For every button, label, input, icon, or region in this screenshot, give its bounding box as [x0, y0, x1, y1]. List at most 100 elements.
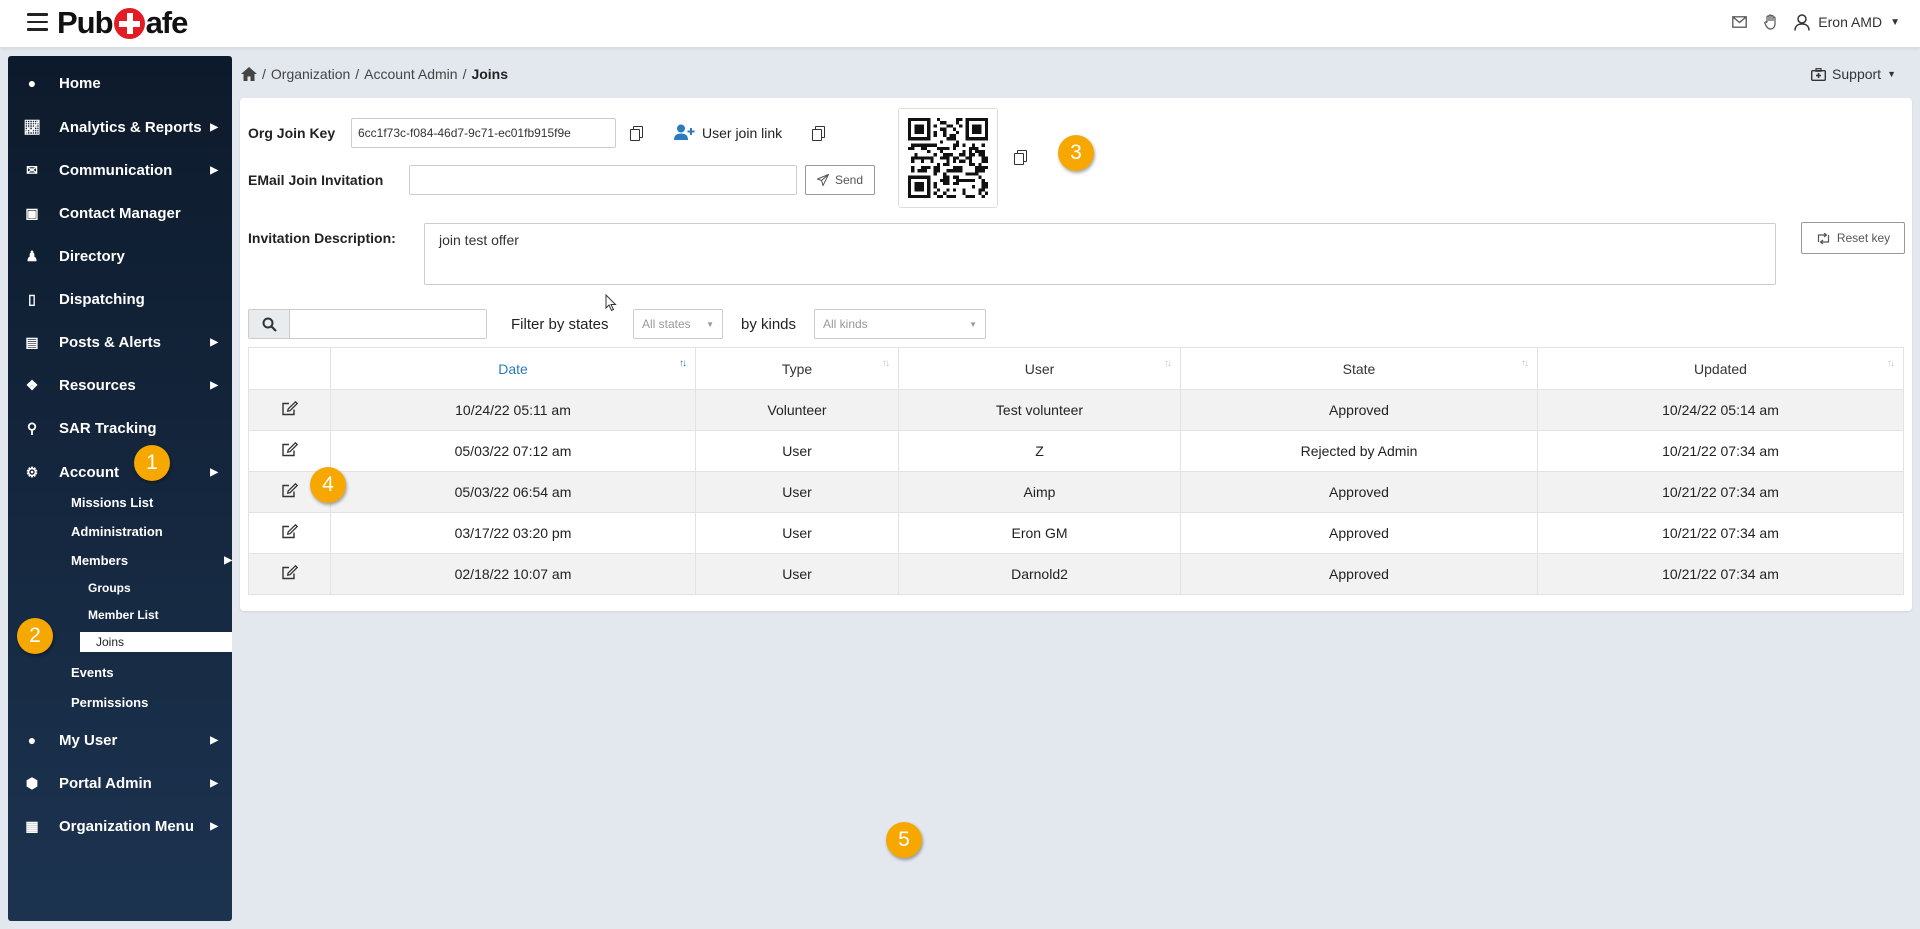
- column-header-type[interactable]: Type ↑↓: [695, 347, 899, 390]
- home-icon[interactable]: [241, 67, 257, 81]
- sidebar-item-label: Dispatching: [59, 290, 145, 308]
- email-join-invitation-label: EMail Join Invitation: [248, 172, 384, 188]
- joins-table: Date ↑↓ Type ↑↓ User ↑↓ State ↑↓ Updated ↑↓ 1…: [248, 347, 1904, 595]
- column-header-user[interactable]: User ↑↓: [898, 347, 1181, 390]
- sidebar-item-organization-menu[interactable]: ▦ Organization Menu ▶: [8, 809, 232, 843]
- breadcrumb-account-admin[interactable]: Account Admin: [364, 66, 457, 82]
- column-header-label: Type: [781, 360, 813, 377]
- edit-icon[interactable]: [281, 523, 298, 539]
- edit-cell[interactable]: [248, 512, 331, 554]
- sidebar-item-communication[interactable]: ✉ Communication ▶: [8, 153, 232, 187]
- sidebar-item-directory[interactable]: ♟ Directory: [8, 239, 232, 273]
- user-join-link[interactable]: User join link: [702, 125, 782, 141]
- sidebar-item-label: Home: [59, 74, 101, 92]
- by-kinds-label: by kinds: [741, 316, 797, 333]
- invitation-description-textarea[interactable]: join test offer: [424, 223, 1776, 285]
- sidebar-item-label: Contact Manager: [59, 204, 181, 222]
- chart-icon: 📈︎: [23, 118, 41, 135]
- sort-icon: ↑↓: [1887, 358, 1895, 369]
- sidebar-item-posts-alerts[interactable]: ▤ Posts & Alerts ▶: [8, 325, 232, 359]
- kinds-select[interactable]: All kinds ▼: [814, 309, 986, 339]
- send-button[interactable]: Send: [805, 165, 875, 195]
- user-menu[interactable]: Eron AMD ▼: [1794, 13, 1900, 31]
- copy-qr-code-icon[interactable]: [1014, 150, 1027, 165]
- reset-key-button[interactable]: Reset key: [1801, 222, 1905, 254]
- hand-icon[interactable]: [1762, 13, 1780, 31]
- cell-type: User: [695, 430, 899, 472]
- arrow-right-icon: ▶: [210, 336, 218, 348]
- arrow-right-icon: ▶: [210, 777, 218, 789]
- reset-key-label: Reset key: [1836, 231, 1891, 245]
- sidebar-sub-administration[interactable]: Administration: [71, 520, 163, 542]
- sidebar-item-my-user[interactable]: ● My User ▶: [8, 723, 232, 757]
- sidebar-sub-member-list[interactable]: Member List: [88, 605, 159, 625]
- sidebar-item-label: SAR Tracking: [59, 419, 157, 437]
- mail-icon[interactable]: [1730, 13, 1748, 31]
- cell-date: 05/03/22 07:12 am: [330, 430, 696, 472]
- support-menu[interactable]: Support ▼: [1811, 66, 1896, 82]
- column-header-updated[interactable]: Updated ↑↓: [1537, 347, 1904, 390]
- edit-icon[interactable]: [281, 564, 298, 580]
- column-header-label: State: [1342, 360, 1376, 377]
- cell-updated: 10/21/22 07:34 am: [1537, 471, 1904, 513]
- cell-type: User: [695, 512, 899, 554]
- breadcrumb-organization[interactable]: Organization: [271, 66, 350, 82]
- arrow-right-icon: ▶: [210, 734, 218, 746]
- caret-down-icon: ▼: [1887, 69, 1896, 79]
- filter-by-states-label: Filter by states: [511, 316, 609, 333]
- edit-cell[interactable]: [248, 389, 331, 431]
- hamburger-menu-icon[interactable]: [27, 13, 48, 31]
- email-invitation-input[interactable]: [409, 165, 797, 195]
- states-select[interactable]: All states ▼: [633, 309, 723, 339]
- sidebar-sub-missions-list[interactable]: Missions List: [71, 491, 153, 513]
- sidebar-sub-events[interactable]: Events: [71, 661, 114, 683]
- sort-icon: ↑↓: [882, 358, 890, 369]
- cell-user: Z: [898, 430, 1181, 472]
- cell-user: Eron GM: [898, 512, 1181, 554]
- sidebar-item-account[interactable]: ⚙ Account ▶: [8, 455, 232, 489]
- mouse-cursor-icon: [605, 294, 617, 312]
- copy-user-join-link-icon[interactable]: [812, 126, 825, 141]
- sidebar-item-label: Organization Menu: [59, 817, 194, 835]
- sidebar-item-contact-manager[interactable]: ▣ Contact Manager: [8, 196, 232, 230]
- qr-code-image: [908, 118, 988, 198]
- annotation-badge-2: 2: [17, 618, 53, 654]
- edit-icon[interactable]: [281, 482, 298, 498]
- sidebar-item-dispatching[interactable]: ▯ Dispatching: [8, 282, 232, 316]
- org-join-key-field[interactable]: 6cc1f73c-f084-46d7-9c71-ec01fb915f9e: [351, 118, 616, 148]
- sidebar-item-resources[interactable]: ❖ Resources ▶: [8, 368, 232, 402]
- building-icon: ▦: [25, 817, 39, 834]
- copy-join-key-icon[interactable]: [630, 126, 643, 141]
- sidebar-item-label: Posts & Alerts: [59, 333, 161, 351]
- qr-code: [898, 108, 998, 208]
- sidebar-sub-permissions[interactable]: Permissions: [71, 691, 148, 713]
- edit-icon[interactable]: [281, 441, 298, 457]
- sidebar-sub-members[interactable]: Members ▶: [71, 549, 232, 571]
- search-button[interactable]: [248, 309, 290, 339]
- breadcrumb-current: Joins: [471, 66, 509, 82]
- breadcrumb-separator: /: [462, 66, 467, 82]
- sidebar-item-label: Portal Admin: [59, 774, 152, 792]
- column-header-date[interactable]: Date ↑↓: [330, 347, 696, 390]
- sidebar-item-home[interactable]: ● Home: [8, 66, 232, 100]
- logo-text-left: Pub: [57, 5, 114, 40]
- edit-cell[interactable]: [248, 553, 331, 595]
- sidebar-item-sar-tracking[interactable]: ⚲ SAR Tracking: [8, 411, 232, 445]
- table-row: 03/17/22 03:20 pm User Eron GM Approved …: [248, 512, 1904, 554]
- search-input[interactable]: [289, 309, 487, 339]
- cell-date: 02/18/22 10:07 am: [330, 553, 696, 595]
- edit-icon[interactable]: [281, 400, 298, 416]
- table-row: 02/18/22 10:07 am User Darnold2 Approved…: [248, 553, 1904, 595]
- states-select-value: All states: [642, 317, 691, 331]
- sidebar-sub-groups[interactable]: Groups: [88, 578, 131, 598]
- joins-card: Org Join Key 6cc1f73c-f084-46d7-9c71-ec0…: [240, 98, 1912, 611]
- column-header-state[interactable]: State ↑↓: [1180, 347, 1538, 390]
- sidebar-item-analytics[interactable]: 📈︎ Analytics & Reports ▶: [8, 110, 232, 144]
- app-logo[interactable]: Pub afe: [57, 4, 188, 42]
- cell-state: Rejected by Admin: [1180, 430, 1538, 472]
- edit-cell[interactable]: [248, 430, 331, 472]
- sidebar-sub-joins[interactable]: Joins: [80, 632, 232, 652]
- sort-icon: ↑↓: [1164, 358, 1172, 369]
- sidebar-item-label: Analytics & Reports: [59, 118, 202, 136]
- sidebar-item-portal-admin[interactable]: ⬢ Portal Admin ▶: [8, 766, 232, 800]
